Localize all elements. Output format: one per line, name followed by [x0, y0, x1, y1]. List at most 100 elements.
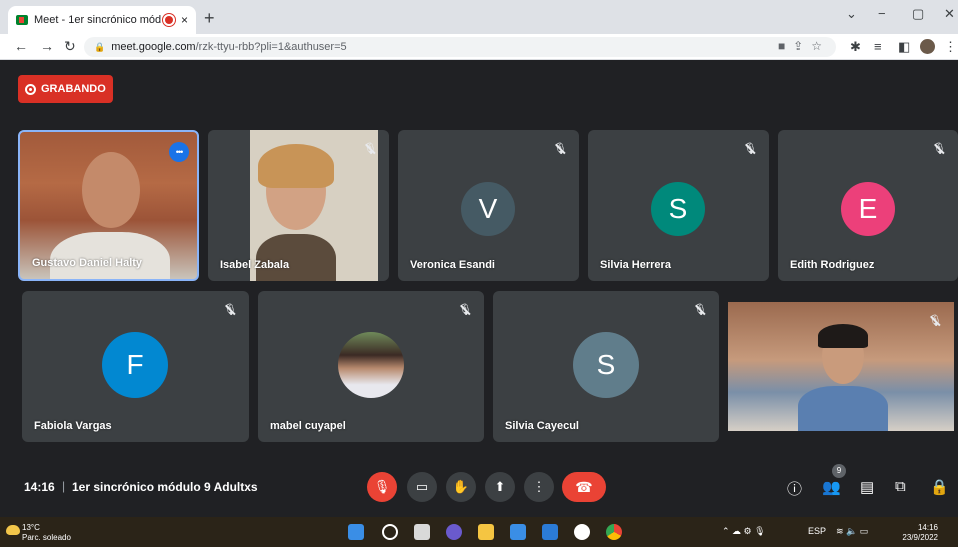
tab-search-icon[interactable]: ⌄	[846, 6, 857, 22]
lock-icon: 🔒	[94, 41, 106, 52]
reload-icon[interactable]: ↻	[64, 38, 76, 55]
people-count-badge: 9	[832, 464, 846, 478]
network-volume-battery-icons[interactable]: ≋ 🔈 ▭	[836, 526, 868, 537]
end-call-button[interactable]: ☎	[562, 472, 606, 502]
chat-app-icon[interactable]	[446, 524, 462, 540]
url-omnibox[interactable]: 🔒 meet.google.com/rzk-ttyu-rbb?pli=1&aut…	[84, 37, 836, 57]
participant-tile-veronica[interactable]: V 🎙 Veronica Esandi	[398, 130, 579, 281]
url-path: /rzk-ttyu-rbb?pli=1&authuser=5	[195, 41, 347, 53]
camera-toggle-button[interactable]: ▭	[407, 472, 437, 502]
clock-date: 23/9/2022	[902, 533, 938, 542]
menu-kebab-icon[interactable]: ⋮	[944, 39, 957, 55]
weather-condition: Parc. soleado	[22, 533, 71, 542]
url-host: meet.google.com	[111, 41, 196, 53]
participant-video	[82, 152, 140, 228]
participant-name: Silvia Cayecul	[505, 420, 579, 432]
browser-tab-meet[interactable]: Meet - 1er sincrónico módulo ×	[8, 6, 196, 34]
meeting-name: 1er sincrónico módulo 9 Adultxs	[72, 480, 258, 494]
windows-taskbar: 13°C Parc. soleado ⌃ ☁ ⚙ 🎙 ESP ≋ 🔈 ▭ 14:…	[0, 517, 958, 547]
reading-list-icon[interactable]: ≡	[874, 39, 882, 54]
start-icon[interactable]	[348, 524, 364, 540]
meeting-info-icon[interactable]: ⓘ	[787, 478, 802, 499]
participant-tile-self-view[interactable]: 🎙	[728, 302, 954, 431]
participant-name: Isabel Zabala	[220, 259, 290, 271]
participant-avatar: S	[651, 182, 705, 236]
search-icon[interactable]	[382, 524, 398, 540]
record-dot-icon	[25, 83, 36, 95]
participant-tile-isabel[interactable]: 🎙 Isabel Zabala	[208, 130, 389, 281]
participant-tile-edith[interactable]: E 🎙 Edith Rodriguez	[778, 130, 958, 281]
close-window-button[interactable]: ✕	[944, 6, 955, 22]
profile-avatar[interactable]	[920, 39, 935, 54]
participant-avatar: E	[841, 182, 895, 236]
task-view-icon[interactable]	[414, 524, 430, 540]
more-options-button[interactable]: ⋮	[524, 472, 554, 502]
participant-hair	[258, 144, 334, 188]
host-controls-icon[interactable]: 🔒	[930, 478, 949, 496]
participant-photo	[338, 332, 404, 398]
meet-favicon-icon	[16, 15, 28, 25]
clock-time: 14:16	[917, 523, 938, 532]
side-panel-icon[interactable]: ◧	[898, 39, 910, 55]
mic-off-icon: 🎙	[693, 304, 707, 316]
mic-off-icon: 🎙	[932, 143, 946, 155]
participant-avatar: V	[461, 182, 515, 236]
forward-arrow-icon[interactable]: →	[40, 38, 54, 54]
speaking-indicator-icon: •••	[169, 142, 189, 162]
meet-control-bar: 14:16 | 1er sincrónico módulo 9 Adultxs …	[0, 460, 958, 516]
participant-name: Gustavo Daniel Halty	[32, 257, 143, 269]
mic-off-icon: 🎙	[458, 304, 472, 316]
raise-hand-button[interactable]: ✋	[446, 472, 476, 502]
recording-indicator-icon	[164, 16, 173, 24]
weather-icon	[6, 525, 20, 535]
restore-button[interactable]: ▢	[912, 6, 924, 22]
participant-name: Edith Rodriguez	[790, 259, 875, 271]
minimize-button[interactable]: −	[878, 6, 886, 21]
chrome-icon[interactable]	[606, 524, 622, 540]
store-icon[interactable]	[510, 524, 526, 540]
language-indicator[interactable]: ESP	[808, 526, 826, 536]
participant-tile-mabel[interactable]: 🎙 mabel cuyapel	[258, 291, 484, 442]
divider: |	[62, 479, 66, 493]
mail-icon[interactable]	[542, 524, 558, 540]
people-icon[interactable]: 👥	[822, 478, 841, 496]
extensions-icon[interactable]: ✱	[850, 39, 861, 55]
omnibox-action-icons[interactable]: ■⇪☆	[778, 39, 830, 53]
mic-off-icon: 🎙	[223, 304, 237, 316]
participant-clothing	[256, 234, 336, 281]
participant-hair	[818, 324, 868, 348]
mic-toggle-button[interactable]: 🎙	[367, 472, 397, 502]
taskbar-clock[interactable]: 14:16 23/9/2022	[894, 523, 938, 543]
present-screen-button[interactable]: ⬆	[485, 472, 515, 502]
tab-title: Meet - 1er sincrónico módulo	[34, 14, 161, 26]
participant-name: Veronica Esandi	[410, 259, 495, 271]
participant-tile-gustavo[interactable]: ••• Gustavo Daniel Halty	[18, 130, 199, 281]
participant-clothing	[798, 386, 888, 431]
mic-off-icon: 🎙	[928, 315, 942, 327]
recording-label: GRABANDO	[41, 83, 106, 95]
participant-name: mabel cuyapel	[270, 420, 346, 432]
tab-close-button[interactable]: ×	[181, 13, 188, 27]
mic-off-icon: 🎙	[743, 143, 757, 155]
participant-name: Silvia Herrera	[600, 259, 671, 271]
participant-tile-silvia-cayecul[interactable]: S 🎙 Silvia Cayecul	[493, 291, 719, 442]
address-bar-row: ← → ↻ 🔒 meet.google.com/rzk-ttyu-rbb?pli…	[0, 34, 958, 60]
back-arrow-icon[interactable]: ←	[14, 38, 28, 54]
file-explorer-icon[interactable]	[478, 524, 494, 540]
participant-avatar: F	[102, 332, 168, 398]
mic-off-icon: 🎙	[553, 143, 567, 155]
browser-tab-bar: Meet - 1er sincrónico módulo × + ⌄ − ▢ ✕	[0, 0, 958, 34]
temperature: 13°C	[22, 523, 40, 532]
chat-icon[interactable]: ▤	[860, 478, 874, 496]
mic-off-icon: 🎙	[363, 143, 377, 155]
app-icon[interactable]	[574, 524, 590, 540]
tray-overflow-icon[interactable]: ⌃ ☁ ⚙ 🎙	[722, 526, 766, 537]
weather-widget[interactable]: 13°C Parc. soleado	[22, 523, 71, 543]
meeting-time: 14:16	[24, 480, 55, 494]
activities-icon[interactable]: ⧉	[895, 478, 906, 495]
participant-tile-fabiola[interactable]: F 🎙 Fabiola Vargas	[22, 291, 249, 442]
participant-tile-silvia-herrera[interactable]: S 🎙 Silvia Herrera	[588, 130, 769, 281]
participant-name: Fabiola Vargas	[34, 420, 112, 432]
recording-badge[interactable]: GRABANDO	[18, 75, 113, 103]
new-tab-button[interactable]: +	[204, 8, 215, 29]
